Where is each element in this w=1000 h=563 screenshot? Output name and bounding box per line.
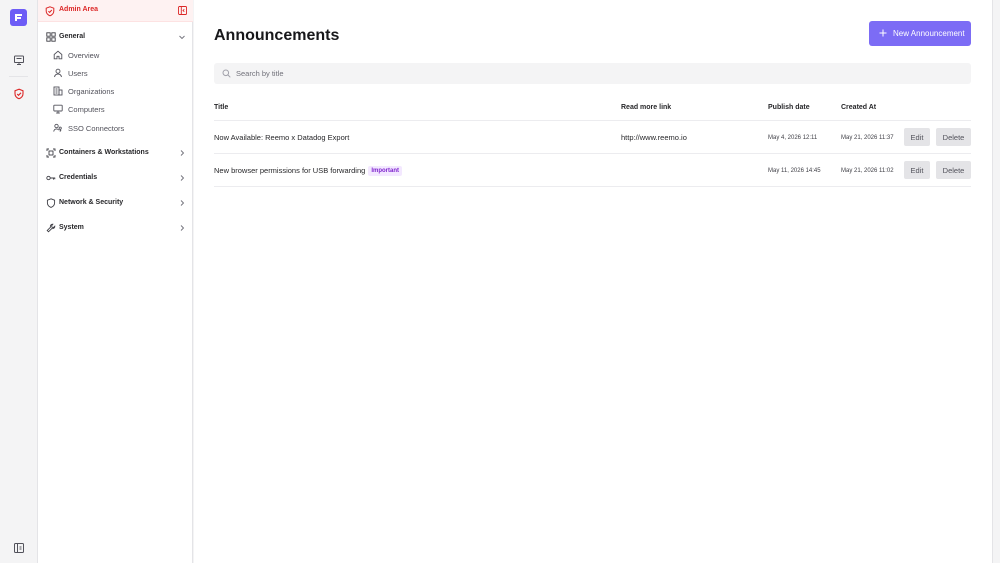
- sidebar-item-sso-connectors[interactable]: SSO Connectors: [52, 120, 187, 136]
- main-content: Announcements New Announcement Title Rea…: [194, 0, 993, 563]
- chevron-right-icon: [180, 150, 185, 156]
- rail-divider: [9, 76, 28, 77]
- sidebar-item-label: SSO Connectors: [68, 124, 125, 133]
- publish-date: May 4, 2026 12:11: [768, 135, 818, 141]
- page-title: Announcements: [214, 27, 340, 44]
- building-icon: [53, 86, 63, 96]
- admin-shield-icon: [45, 6, 55, 17]
- section-system[interactable]: System: [38, 220, 193, 236]
- edit-button[interactable]: Edit: [904, 128, 930, 146]
- sidebar-item-overview[interactable]: Overview: [52, 47, 187, 63]
- icon-rail: [0, 0, 37, 563]
- announcement-title: Now Available: Reemo x Datadog Export: [214, 133, 350, 142]
- key-icon: [46, 175, 56, 181]
- collapse-panel-icon[interactable]: [178, 6, 187, 15]
- new-announcement-button[interactable]: New Announcement: [869, 21, 971, 46]
- admin-area-header[interactable]: Admin Area: [38, 0, 193, 22]
- created-at: May 21, 2026 11:02: [841, 168, 894, 174]
- monitor-icon: [53, 104, 63, 114]
- section-label: Credentials: [59, 174, 98, 181]
- chevron-right-icon: [180, 175, 185, 181]
- publish-date: May 11, 2026 14:45: [768, 168, 821, 174]
- important-badge: Important: [368, 166, 402, 176]
- sidebar: Admin Area General Overview Users Organi…: [37, 0, 193, 563]
- new-announcement-label: New Announcement: [893, 29, 965, 38]
- containers-icon: [46, 148, 56, 158]
- users-key-icon: [53, 123, 62, 132]
- admin-shield-icon[interactable]: [11, 86, 27, 102]
- sidebar-item-label: Computers: [68, 105, 105, 114]
- column-header-created-at: Created At: [841, 104, 877, 111]
- chevron-right-icon: [180, 225, 185, 231]
- sidebar-item-organizations[interactable]: Organizations: [52, 83, 187, 99]
- search-icon: [222, 69, 231, 78]
- column-header-publish-date: Publish date: [768, 104, 810, 111]
- sidebar-item-label: Overview: [68, 51, 100, 60]
- section-credentials[interactable]: Credentials: [38, 170, 193, 186]
- announcement-title-cell: New browser permissions for USB forwardi…: [214, 166, 402, 176]
- search-input[interactable]: [236, 66, 956, 81]
- table-row: New browser permissions for USB forwardi…: [214, 154, 971, 187]
- sidebar-toggle-icon[interactable]: [11, 540, 27, 556]
- section-network-security[interactable]: Network & Security: [38, 195, 193, 211]
- section-general[interactable]: General: [38, 29, 193, 45]
- column-header-title: Title: [214, 104, 229, 111]
- section-label: System: [59, 224, 84, 231]
- search-bar[interactable]: [214, 63, 971, 84]
- sidebar-item-users[interactable]: Users: [52, 65, 187, 81]
- home-icon: [53, 50, 63, 60]
- section-label: Network & Security: [59, 199, 124, 206]
- chevron-down-icon: [179, 35, 185, 40]
- table-row: Now Available: Reemo x Datadog Export ht…: [214, 121, 971, 154]
- sidebar-item-label: Organizations: [68, 87, 115, 96]
- monitor-icon[interactable]: [11, 52, 27, 68]
- admin-area-label: Admin Area: [59, 6, 99, 13]
- section-label: Containers & Workstations: [59, 149, 149, 156]
- section-containers-workstations[interactable]: Containers & Workstations: [38, 145, 193, 161]
- read-more-link[interactable]: http://www.reemo.io: [621, 133, 687, 142]
- plus-icon: [879, 29, 887, 37]
- user-icon: [54, 68, 62, 78]
- chevron-right-icon: [180, 200, 185, 206]
- sidebar-item-label: Users: [68, 69, 88, 78]
- announcement-title: New browser permissions for USB forwardi…: [214, 166, 366, 175]
- sidebar-item-computers[interactable]: Computers: [52, 101, 187, 117]
- column-header-read-more-link: Read more link: [621, 104, 672, 111]
- edit-button[interactable]: Edit: [904, 161, 930, 179]
- section-label: General: [59, 33, 86, 40]
- grid-icon: [46, 32, 56, 42]
- shield-icon: [46, 198, 56, 208]
- wrench-icon: [46, 223, 56, 233]
- delete-button[interactable]: Delete: [936, 161, 971, 179]
- app-logo-icon[interactable]: [10, 9, 27, 26]
- created-at: May 21, 2026 11:37: [841, 135, 894, 141]
- delete-button[interactable]: Delete: [936, 128, 971, 146]
